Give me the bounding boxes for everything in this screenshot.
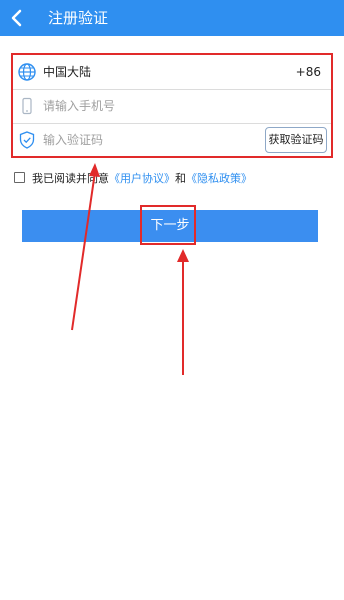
user-agreement-link[interactable]: 《用户协议》 (109, 172, 175, 185)
globe-icon (18, 63, 36, 81)
agreement-prefix: 我已阅读并同意 (32, 172, 109, 185)
agreement-text: 我已阅读并同意《用户协议》和《隐私政策》 (32, 170, 252, 186)
country-label: 中国大陆 (43, 65, 92, 79)
header-bar: 注册验证 (0, 0, 344, 36)
arrow-to-next-button (177, 249, 189, 375)
country-code: +86 (295, 65, 321, 79)
privacy-policy-link[interactable]: 《隐私政策》 (186, 172, 252, 185)
page-title: 注册验证 (48, 9, 109, 27)
shield-check-icon (19, 131, 35, 149)
back-button[interactable] (6, 6, 30, 30)
registration-form: 中国大陆 +86 请输入手机号 输入验证码 获取验证码 (11, 53, 333, 158)
back-arrow-icon (11, 9, 22, 27)
get-code-button[interactable]: 获取验证码 (265, 127, 327, 153)
country-selector[interactable]: 中国大陆 +86 (13, 55, 331, 89)
phone-input[interactable]: 请输入手机号 (43, 89, 115, 123)
phone-field[interactable]: 请输入手机号 (13, 89, 331, 123)
next-button-highlight (140, 205, 196, 245)
phone-icon (22, 97, 32, 115)
verify-code-field[interactable]: 输入验证码 获取验证码 (13, 123, 331, 157)
agreement-checkbox[interactable] (14, 172, 25, 183)
verify-code-input[interactable]: 输入验证码 (43, 123, 103, 157)
agreement-and: 和 (175, 172, 186, 185)
arrow-to-form (71, 163, 100, 331)
